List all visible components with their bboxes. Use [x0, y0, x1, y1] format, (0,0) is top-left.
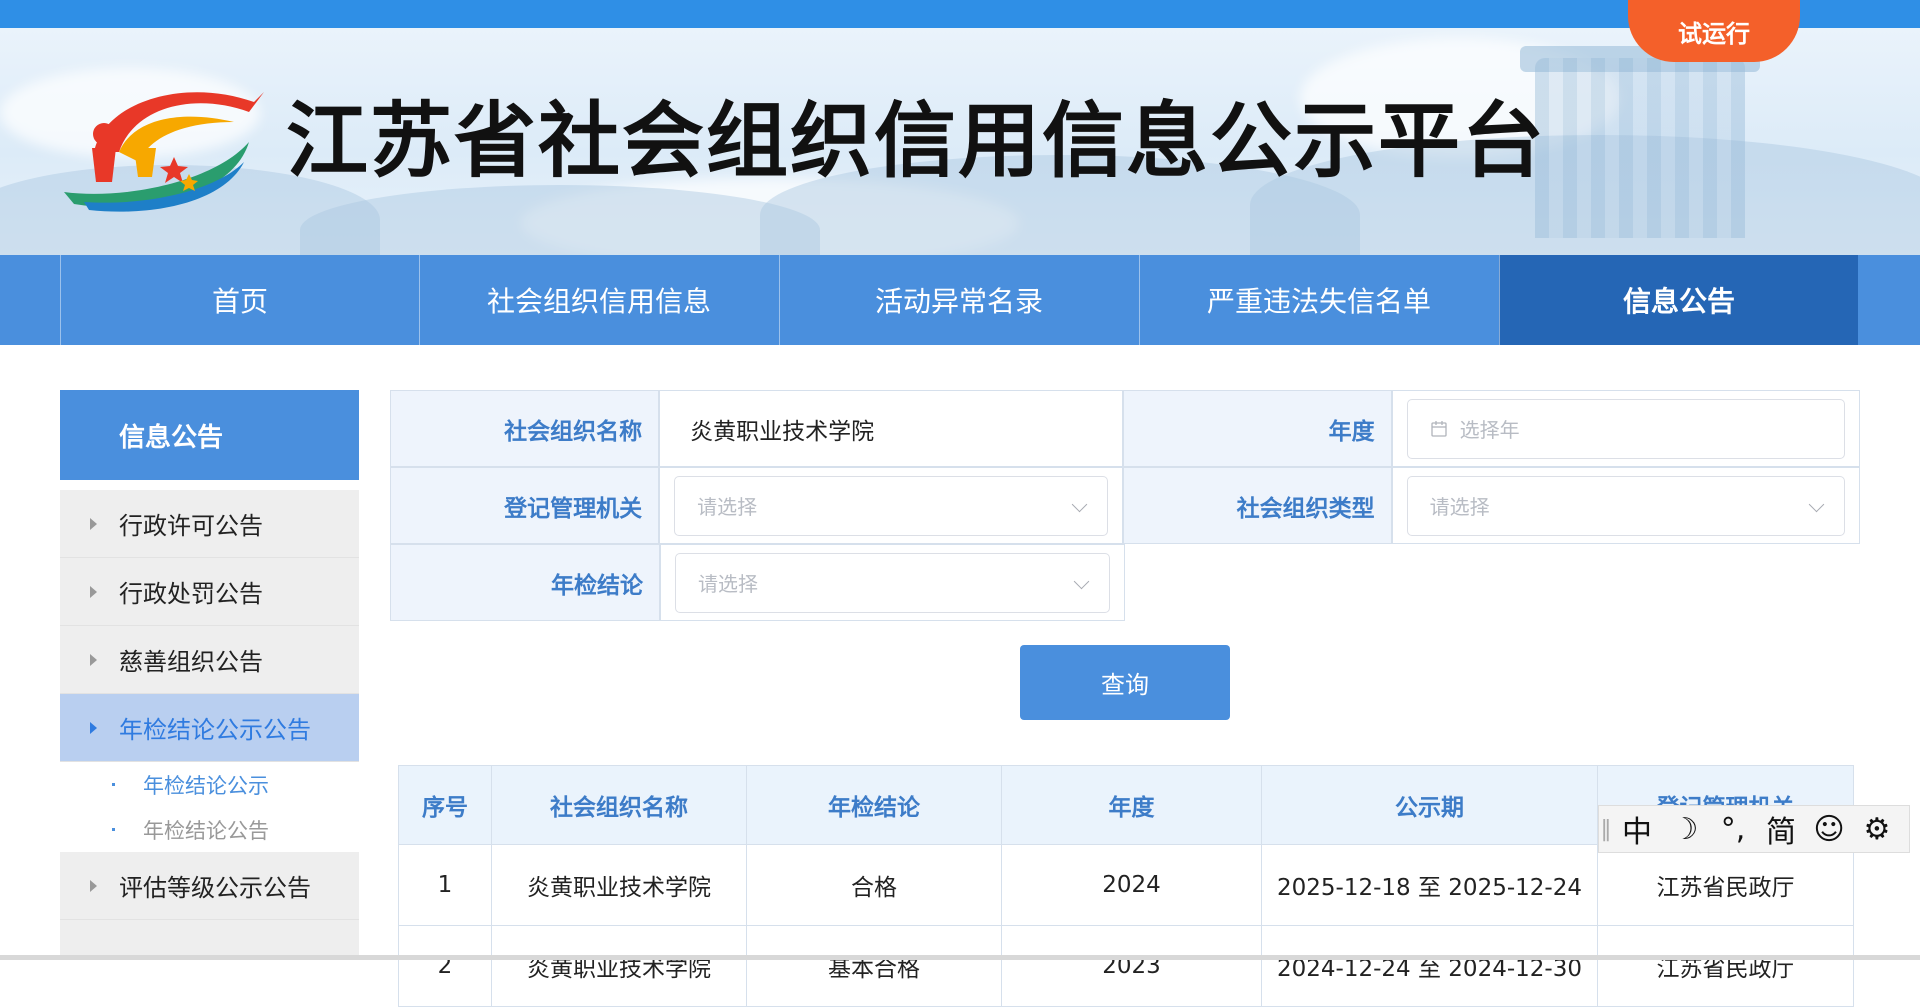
cell-index: 2 [398, 925, 492, 1007]
emoji-icon[interactable]: ☺ [1805, 812, 1853, 847]
org-name-label: 社会组织名称 [390, 390, 660, 467]
sidebar-subitem-publicity[interactable]: 年检结论公示 [60, 762, 359, 807]
cell-org-name[interactable]: 炎黄职业技术学院 [491, 844, 747, 926]
authority-label: 登记管理机关 [390, 467, 660, 544]
cell-period: 2025-12-18 至 2025-12-24 [1261, 844, 1598, 926]
sidebar-item-charity[interactable]: 慈善组织公告 [60, 626, 359, 694]
bullet-icon [112, 828, 115, 831]
cell-authority: 江苏省民政厅 [1597, 844, 1854, 926]
cell-org-name[interactable]: 炎黄职业技术学院 [491, 925, 747, 1007]
logo-icon [64, 92, 264, 212]
sidebar-subitem-label: 年检结论公示 [143, 773, 269, 798]
simplified-toggle[interactable]: 简 [1757, 807, 1805, 851]
sidebar-item-admin-penalty[interactable]: 行政处罚公告 [60, 558, 359, 626]
authority-placeholder: 请选择 [697, 495, 758, 519]
site-title: 江苏省社会组织信用信息公示平台 [286, 94, 1547, 189]
conclusion-label: 年检结论 [390, 544, 660, 621]
nav-home[interactable]: 首页 [60, 255, 419, 345]
sidebar-subitem-announcement[interactable]: 年检结论公告 [60, 807, 359, 852]
sidebar-item-label: 行政处罚公告 [119, 580, 263, 608]
sidebar-item-admin-license[interactable]: 行政许可公告 [60, 490, 359, 558]
cell-index: 1 [398, 844, 492, 926]
org-type-placeholder: 请选择 [1429, 495, 1490, 519]
results-table: 序号 社会组织名称 年检结论 年度 公示期 登记管理机关 1 炎黄职业技术学院 … [398, 765, 1854, 1007]
sidebar-subitem-label: 年检结论公告 [143, 818, 269, 843]
conclusion-placeholder: 请选择 [698, 572, 758, 596]
caret-right-icon [90, 518, 97, 530]
col-header-year: 年度 [1001, 765, 1262, 845]
org-type-cell: 请选择 [1391, 467, 1861, 544]
bullet-icon [112, 783, 115, 786]
org-name-value: 炎黄职业技术学院 [690, 418, 875, 445]
conclusion-select[interactable]: 请选择 [675, 552, 1110, 613]
main-nav: 首页 社会组织信用信息 活动异常名录 严重违法失信名单 信息公告 [0, 255, 1920, 345]
chevron-down-icon [1071, 496, 1087, 512]
nav-credit-info[interactable]: 社会组织信用信息 [419, 255, 778, 345]
year-placeholder: 选择年 [1459, 418, 1520, 442]
bottom-divider [0, 955, 1920, 960]
chevron-down-icon [1073, 573, 1090, 589]
form-row: 年检结论 请选择 [390, 544, 1860, 621]
sidebar-item-label: 行政许可公告 [119, 512, 263, 540]
calendar-icon [1430, 420, 1447, 437]
cell-period: 2024-12-24 至 2024-12-30 [1261, 925, 1598, 1007]
form-row: 社会组织名称 炎黄职业技术学院 年度 选择年 [390, 390, 1861, 467]
moon-icon[interactable]: ☽ [1661, 812, 1709, 847]
table-row: 2 炎黄职业技术学院 基本合格 2023 2024-12-24 至 2024-1… [398, 925, 1854, 1007]
cell-authority: 江苏省民政厅 [1597, 925, 1854, 1007]
cell-year: 2024 [1001, 844, 1262, 926]
sidebar-item-partial [60, 920, 359, 960]
trial-badge: 试运行 [1628, 0, 1800, 62]
nav-dishonest-list[interactable]: 严重违法失信名单 [1139, 255, 1498, 345]
table-row: 1 炎黄职业技术学院 合格 2024 2025-12-18 至 2025-12-… [398, 844, 1854, 926]
year-label: 年度 [1122, 390, 1392, 467]
sidebar-item-annual-inspection[interactable]: 年检结论公示公告 [60, 694, 359, 762]
year-picker[interactable]: 选择年 [1406, 398, 1846, 459]
col-header-conclusion: 年检结论 [746, 765, 1002, 845]
ime-toolbar: ‖ 中 ☽ °, 简 ☺ ⚙ [1598, 805, 1910, 853]
year-cell: 选择年 [1391, 390, 1861, 467]
caret-right-icon [90, 586, 97, 598]
caret-right-icon [90, 722, 97, 734]
cell-conclusion: 合格 [746, 844, 1002, 926]
col-header-period: 公示期 [1261, 765, 1598, 845]
punctuation-toggle[interactable]: °, [1709, 812, 1757, 847]
sidebar-item-label: 评估等级公示公告 [119, 874, 311, 902]
gear-icon[interactable]: ⚙ [1853, 812, 1901, 847]
org-type-label: 社会组织类型 [1122, 467, 1392, 544]
org-name-field[interactable]: 炎黄职业技术学院 [659, 390, 1123, 467]
search-form: 社会组织名称 炎黄职业技术学院 年度 选择年 登记管理机关 请选择 社会组织类型… [390, 390, 1861, 621]
ime-mode-toggle[interactable]: 中 [1613, 807, 1661, 851]
col-header-index: 序号 [398, 765, 492, 845]
nav-announcements[interactable]: 信息公告 [1499, 255, 1858, 345]
drag-handle-icon[interactable]: ‖ [1599, 817, 1613, 842]
col-header-org-name: 社会组织名称 [491, 765, 747, 845]
caret-right-icon [90, 654, 97, 666]
sidebar-item-label: 年检结论公示公告 [119, 716, 311, 744]
sidebar: 信息公告 行政许可公告 行政处罚公告 慈善组织公告 年检结论公示公告 年检结论公… [60, 390, 359, 960]
authority-select[interactable]: 请选择 [674, 475, 1108, 536]
authority-cell: 请选择 [659, 467, 1123, 544]
caret-right-icon [90, 880, 97, 892]
sidebar-item-evaluation[interactable]: 评估等级公示公告 [60, 852, 359, 920]
cell-year: 2023 [1001, 925, 1262, 1007]
query-button[interactable]: 查询 [1020, 645, 1230, 720]
nav-abnormal-list[interactable]: 活动异常名录 [779, 255, 1138, 345]
chevron-down-icon [1808, 496, 1825, 512]
form-row: 登记管理机关 请选择 社会组织类型 请选择 [390, 467, 1861, 544]
org-type-select[interactable]: 请选择 [1406, 475, 1846, 536]
sidebar-submenu: 年检结论公示 年检结论公告 [60, 762, 359, 852]
sidebar-item-label: 慈善组织公告 [119, 648, 263, 676]
conclusion-cell: 请选择 [660, 544, 1125, 621]
sidebar-title: 信息公告 [60, 390, 359, 480]
cell-conclusion: 基本合格 [746, 925, 1002, 1007]
